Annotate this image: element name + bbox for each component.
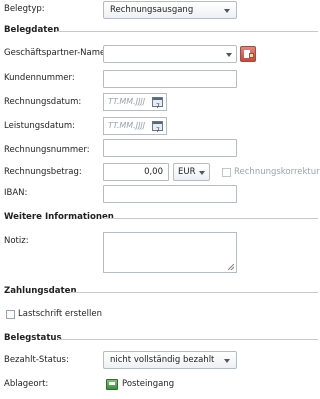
kundennummer-label: Kundennummer: — [4, 73, 75, 83]
bezahlt-status-row: Bezahlt-Status: nicht vollständig bezahl… — [0, 351, 318, 371]
leistungsdatum-row: Leistungsdatum: TT.MM.JJJJ — [0, 117, 318, 139]
chevron-down-icon — [224, 9, 230, 13]
kundennummer-row: Kundennummer: — [0, 69, 318, 89]
rechnungsdatum-placeholder: TT.MM.JJJJ — [108, 97, 146, 106]
rechnungsbetrag-row: Rechnungsbetrag: 0,00 EUR Rechnungskorre… — [0, 163, 320, 183]
resize-grip-icon[interactable] — [228, 264, 234, 270]
leistungsdatum-input[interactable]: TT.MM.JJJJ — [103, 117, 167, 139]
section-title-belegdaten: Belegdaten — [4, 25, 60, 35]
rechnungskorrektur-checkbox[interactable] — [222, 168, 231, 177]
notiz-textarea[interactable] — [103, 232, 237, 273]
rechnungsbetrag-input[interactable]: 0,00 — [103, 163, 169, 181]
belegtyp-value: Rechnungsausgang — [110, 5, 194, 15]
rechnungsdatum-input[interactable]: TT.MM.JJJJ — [103, 93, 167, 115]
ablageort-value[interactable]: Posteingang — [122, 379, 174, 389]
inbox-icon — [106, 379, 118, 390]
chevron-down-icon — [226, 53, 232, 57]
section-title-zahlungsdaten: Zahlungsdaten — [4, 286, 77, 296]
notiz-label: Notiz: — [4, 236, 29, 246]
ablageort-label: Ablageort: — [4, 379, 49, 389]
rechnungsnummer-label: Rechnungsnummer: — [4, 145, 90, 155]
bezahlt-status-value: nicht vollständig bezahlt — [110, 355, 215, 365]
geschaeftspartner-label: Geschäftspartner-Name: — [4, 48, 109, 58]
bezahlt-status-label: Bezahlt-Status: — [4, 355, 69, 365]
belegtyp-label: Belegtyp: — [4, 4, 45, 14]
geschaeftspartner-row: Geschäftspartner-Name: — [0, 44, 318, 64]
geschaeftspartner-combobox[interactable] — [103, 45, 237, 63]
rechnungskorrektur-label: Rechnungskorrektur — [234, 167, 320, 177]
rechnungsdatum-label: Rechnungsdatum: — [4, 97, 82, 107]
bezahlt-status-select[interactable]: nicht vollständig bezahlt — [103, 351, 237, 369]
section-divider — [70, 292, 318, 293]
calendar-icon[interactable] — [152, 121, 163, 139]
chevron-down-icon — [224, 359, 230, 363]
section-title-belegstatus: Belegstatus — [4, 333, 62, 343]
lastschrift-label: Lastschrift erstellen — [18, 309, 102, 319]
calendar-icon[interactable] — [152, 97, 163, 115]
rechnungsbetrag-label: Rechnungsbetrag: — [4, 167, 82, 177]
lastschrift-checkbox[interactable] — [6, 310, 15, 319]
rechnungsdatum-row: Rechnungsdatum: TT.MM.JJJJ — [0, 93, 318, 115]
belegtyp-row: Belegtyp: Rechnungsausgang — [0, 0, 318, 20]
leistungsdatum-placeholder: TT.MM.JJJJ — [108, 121, 146, 130]
section-divider — [58, 339, 318, 340]
rechnungsnummer-input[interactable] — [103, 139, 237, 157]
iban-label: IBAN: — [4, 188, 28, 198]
section-divider — [103, 218, 318, 219]
leistungsdatum-label: Leistungsdatum: — [4, 121, 76, 131]
currency-select[interactable]: EUR — [173, 163, 210, 181]
ablageort-row: Ablageort: Posteingang — [0, 375, 318, 395]
section-title-weitere-informationen: Weitere Informationen — [4, 212, 114, 222]
currency-value: EUR — [178, 167, 196, 177]
iban-input[interactable] — [103, 185, 237, 203]
rechnungsnummer-row: Rechnungsnummer: — [0, 139, 318, 161]
chevron-down-icon — [199, 171, 205, 175]
kundennummer-input[interactable] — [103, 70, 237, 88]
iban-row: IBAN: — [0, 184, 318, 204]
section-divider — [56, 31, 318, 32]
belegtyp-select[interactable]: Rechnungsausgang — [103, 1, 237, 19]
business-partner-icon[interactable] — [240, 46, 256, 62]
